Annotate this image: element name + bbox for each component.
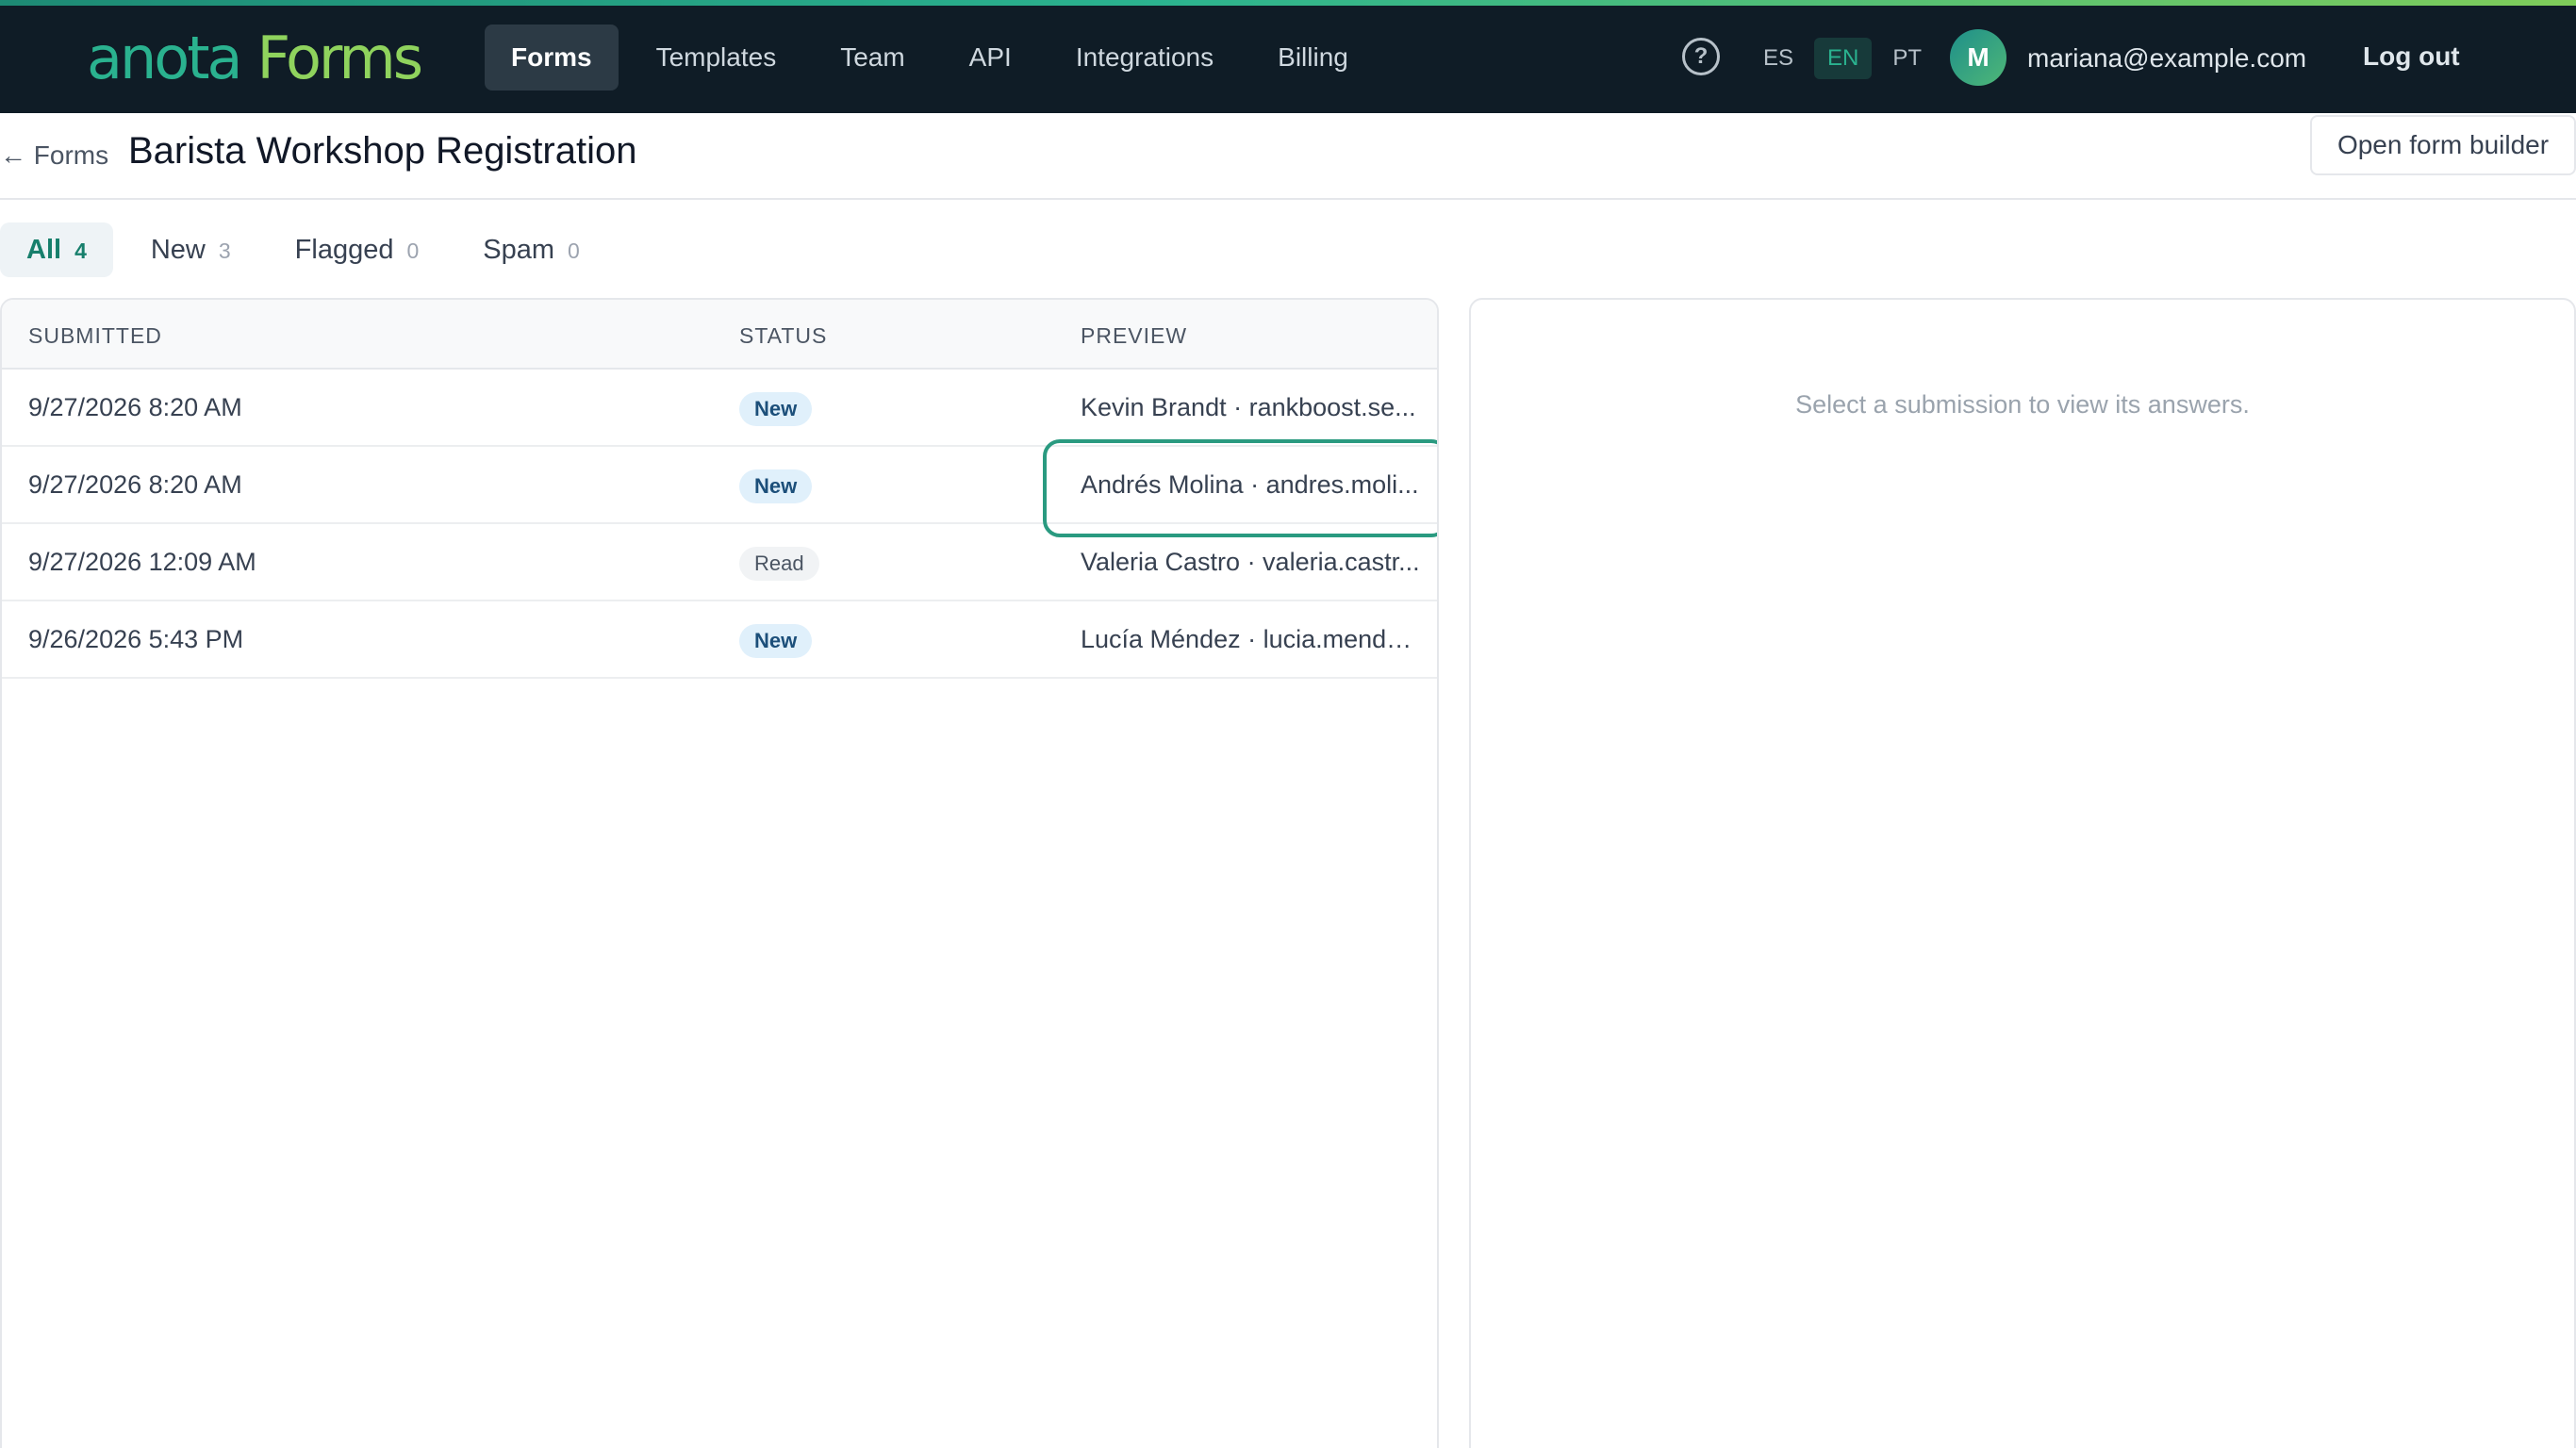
nav-item-team[interactable]: Team <box>814 25 931 90</box>
question-circle-icon[interactable]: ? <box>1682 38 1720 75</box>
column-header-submitted[interactable]: SUBMITTED <box>28 321 688 351</box>
column-header-status[interactable]: STATUS <box>739 321 1022 351</box>
status-cell: New <box>739 601 1022 677</box>
tab-spam[interactable]: Spam 0 <box>456 222 606 277</box>
tab-all[interactable]: All 4 <box>0 222 113 277</box>
status-cell: New <box>739 370 1022 445</box>
user-email[interactable]: mariana@example.com <box>2027 38 2306 79</box>
submitted-date: 9/26/2026 5:43 PM <box>28 625 244 653</box>
open-form-builder-button[interactable]: Open form builder <box>2310 115 2576 175</box>
language-option-en[interactable]: EN <box>1814 38 1873 79</box>
tab-count: 0 <box>406 239 420 263</box>
brand-accent-line <box>0 0 2576 6</box>
submitted-date: 9/27/2026 8:20 AM <box>28 393 242 421</box>
nav-item-billing[interactable]: Billing <box>1251 25 1375 90</box>
submission-detail-panel: Select a submission to view its answers. <box>1469 298 2576 1448</box>
submitted-date: 9/27/2026 8:20 AM <box>28 470 242 499</box>
tab-flagged[interactable]: Flagged 0 <box>269 222 446 277</box>
top-navigation-bar: anota Forms Forms Templates Team API Inte… <box>0 0 2576 113</box>
table-row[interactable]: 9/27/2026 12:09 AM Read Valeria Castro ·… <box>2 524 1437 601</box>
submissions-list-panel: SUBMITTED STATUS PREVIEW 9/27/2026 8:20 … <box>0 298 1439 1448</box>
submission-preview: Valeria Castro · valeria.castr... <box>1081 548 1420 576</box>
tab-count: 4 <box>74 239 87 263</box>
tab-label: New <box>150 235 206 265</box>
brand-logo[interactable]: anota Forms <box>87 21 423 96</box>
brand-logo-part-2: Forms <box>256 24 423 92</box>
nav-item-api[interactable]: API <box>943 25 1038 90</box>
page-title: Barista Workshop Registration <box>128 130 637 172</box>
submission-preview: Kevin Brandt · rankboost.se... <box>1081 393 1416 421</box>
submission-preview: Andrés Molina · andres.moli... <box>1081 470 1419 499</box>
brand-logo-part-1: anota <box>87 24 243 92</box>
table-header: SUBMITTED STATUS PREVIEW <box>2 300 1437 370</box>
status-badge: New <box>739 623 813 658</box>
language-switcher: ES EN PT <box>1750 38 1942 79</box>
empty-state-message: Select a submission to view its answers. <box>1795 390 2250 419</box>
tab-label: Spam <box>483 235 555 265</box>
status-badge: New <box>739 391 813 426</box>
tab-label: Flagged <box>294 235 394 265</box>
submission-filter-tabs: All 4 New 3 Flagged 0 Spam 0 <box>0 222 618 277</box>
nav-item-templates[interactable]: Templates <box>630 25 803 90</box>
nav-item-integrations[interactable]: Integrations <box>1049 25 1240 90</box>
back-to-forms-link[interactable]: ← Forms <box>0 134 108 177</box>
table-row[interactable]: 9/27/2026 8:20 AM New Andrés Molina · an… <box>2 447 1437 524</box>
logout-button[interactable]: Log out <box>2363 36 2460 77</box>
table-row[interactable]: 9/27/2026 8:20 AM New Kevin Brandt · ran… <box>2 370 1437 447</box>
submitted-date: 9/27/2026 12:09 AM <box>28 548 256 576</box>
nav-item-forms[interactable]: Forms <box>485 25 619 90</box>
language-option-pt[interactable]: PT <box>1879 38 1935 79</box>
page-header: ← Forms Barista Workshop Registration Op… <box>0 113 2576 200</box>
user-avatar[interactable]: M <box>1950 29 2006 86</box>
status-cell: New <box>739 447 1022 522</box>
submission-preview: Lucía Méndez · lucia.mende... <box>1081 625 1420 653</box>
column-header-preview: PREVIEW <box>1081 323 1188 348</box>
status-badge: Read <box>739 546 819 581</box>
table-row[interactable]: 9/26/2026 5:43 PM New Lucía Méndez · luc… <box>2 601 1437 679</box>
tab-label: All <box>26 235 62 265</box>
language-option-es[interactable]: ES <box>1750 38 1807 79</box>
status-cell: Read <box>739 524 1022 600</box>
tab-count: 3 <box>218 239 231 263</box>
tab-count: 0 <box>568 239 580 263</box>
status-badge: New <box>739 469 813 503</box>
main-nav: Forms Templates Team API Integrations Bi… <box>485 25 1386 90</box>
tab-new[interactable]: New 3 <box>124 222 257 277</box>
